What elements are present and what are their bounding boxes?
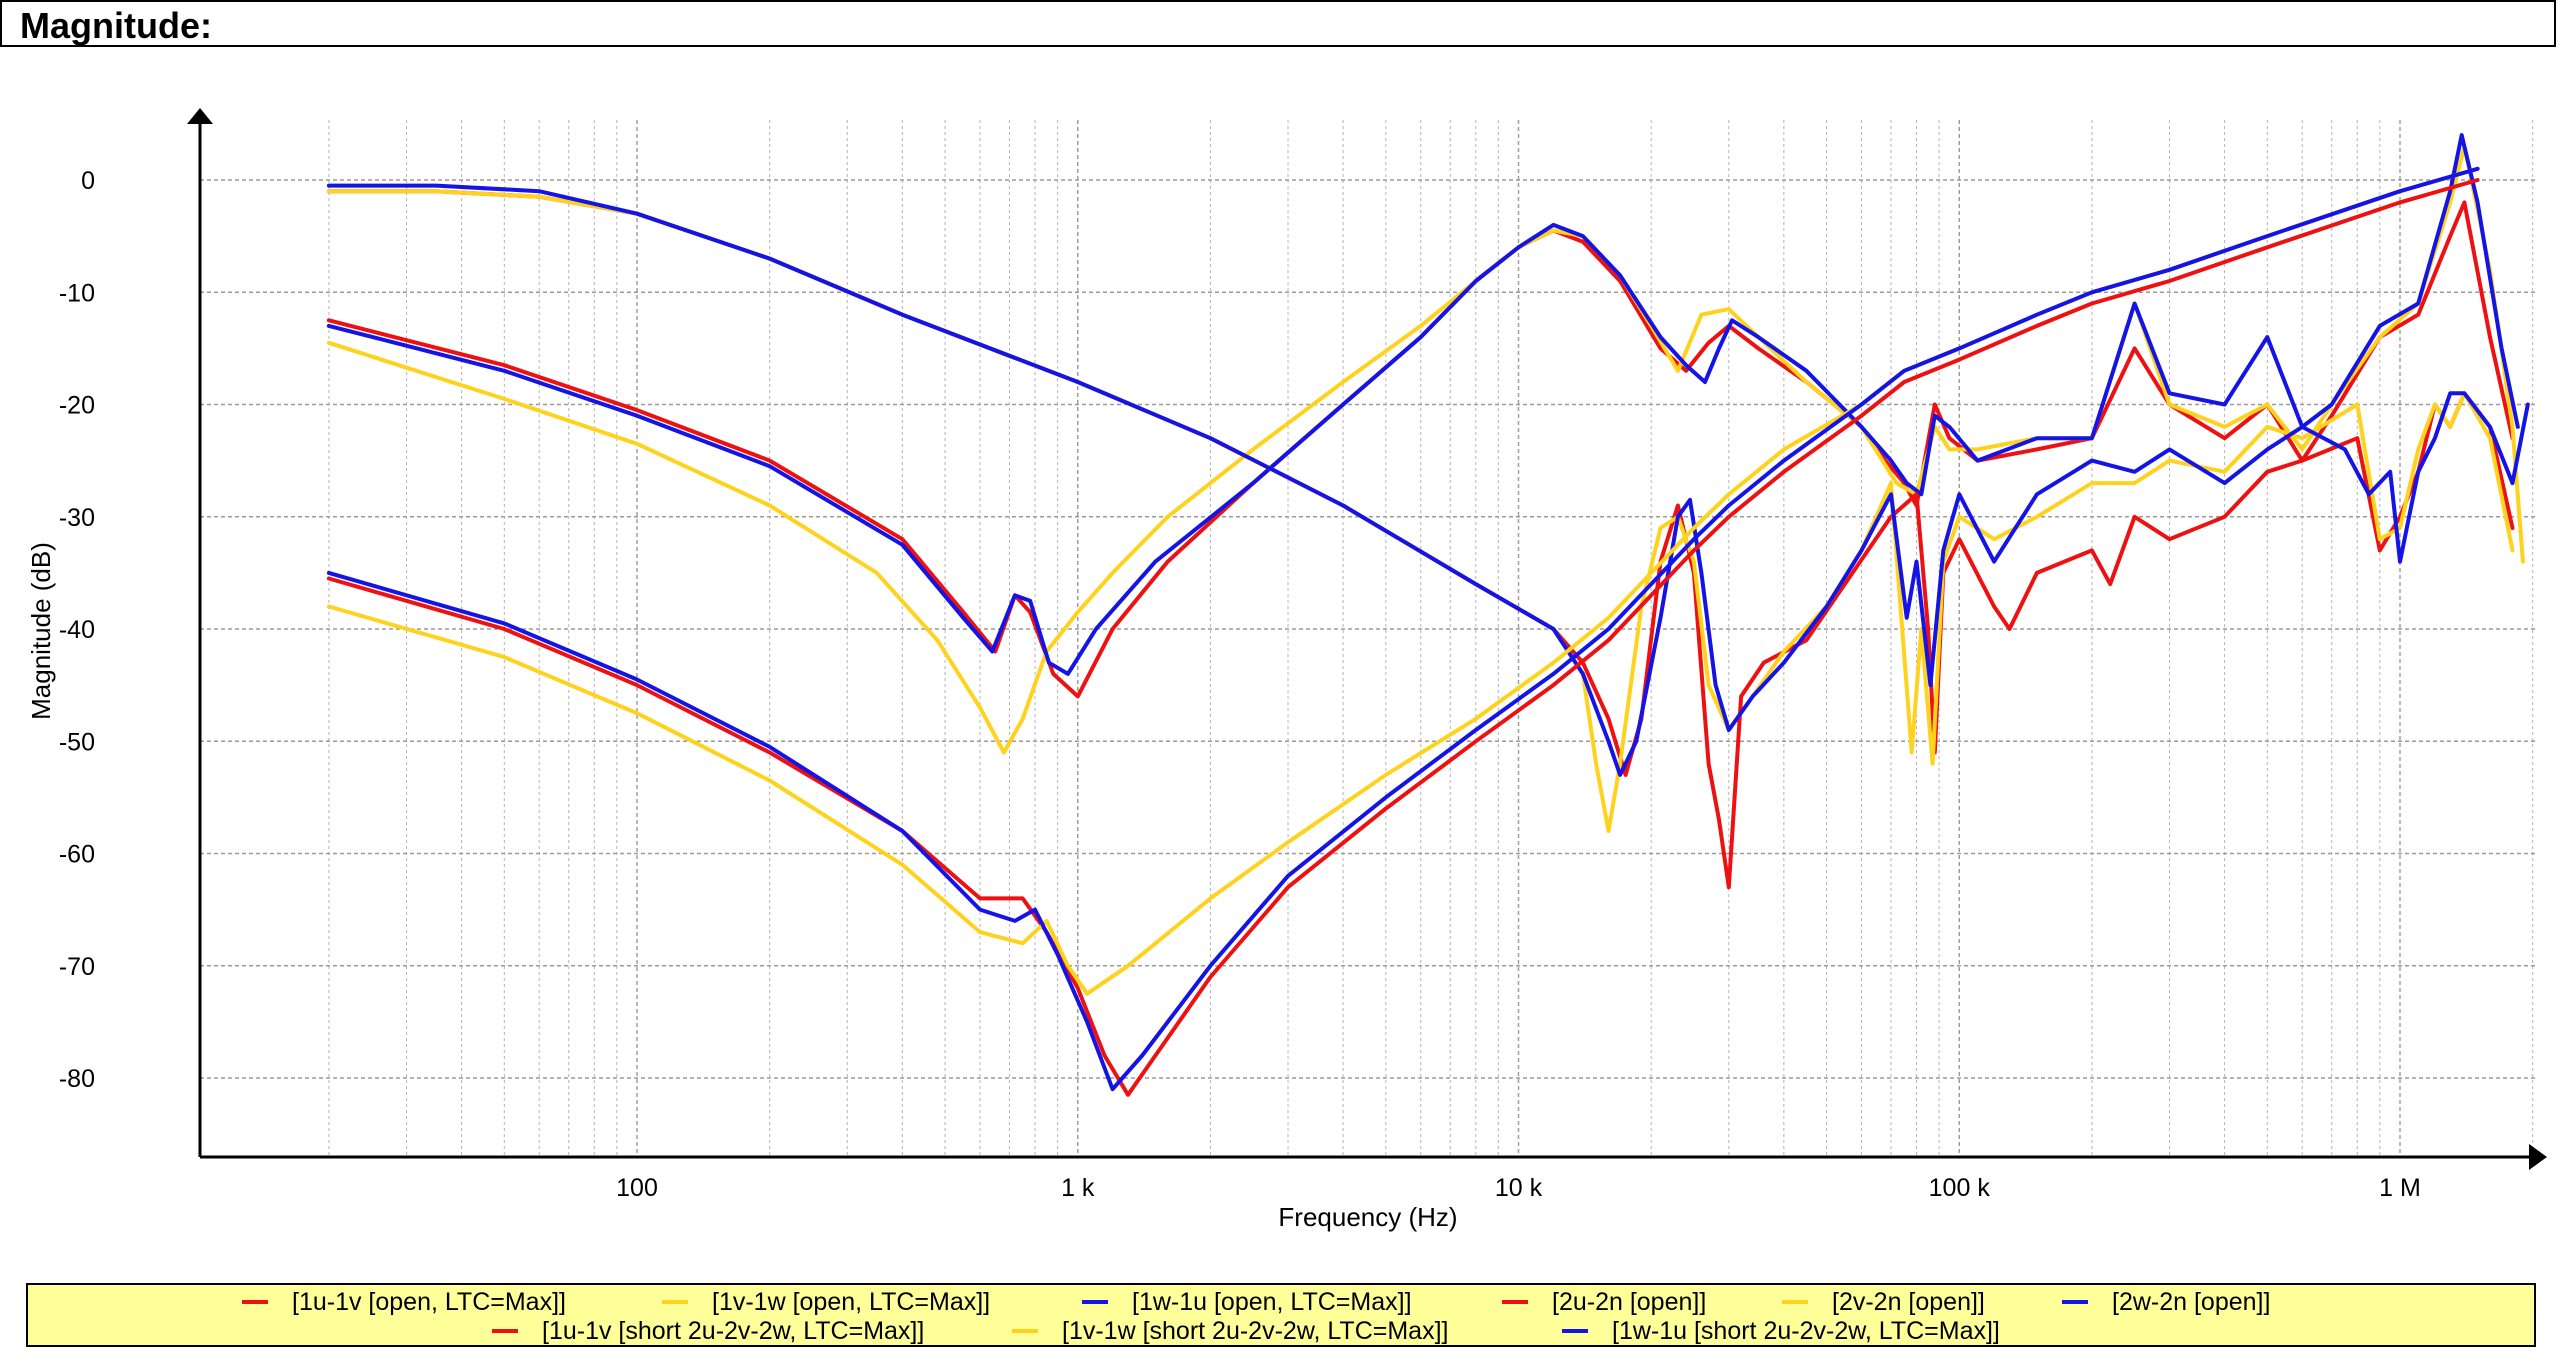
y-tick-label: -70 xyxy=(59,953,95,981)
x-tick-label: 1 M xyxy=(2379,1174,2421,1202)
series-line xyxy=(326,144,2525,755)
y-tick-label: -60 xyxy=(59,841,95,869)
x-tick-label: 100 xyxy=(616,1174,658,1202)
legend-item: [2w-2n [open]] xyxy=(2062,1287,2270,1317)
legend-swatch xyxy=(1562,1329,1588,1333)
chart-title: Magnitude: xyxy=(20,5,212,46)
magnitude-chart: 0 -10 -20 -30 -40 -50 -60 -70 -80 100 1 k 10 k 100 k… xyxy=(26,108,2547,1232)
legend-item: [2v-2n [open]] xyxy=(1782,1287,1985,1317)
tick-labels: 0 -10 -20 -30 -40 -50 -60 -70 -80 100 1 k 10 k 100 k… xyxy=(59,167,2421,1202)
y-tick-label: -20 xyxy=(59,392,95,420)
legend-label: [2v-2n [open]] xyxy=(1832,1287,1985,1316)
y-axis-arrow-icon xyxy=(187,108,213,124)
x-tick-label: 1 k xyxy=(1061,1174,1095,1202)
legend-swatch xyxy=(1012,1329,1038,1333)
title-bar: Magnitude: xyxy=(0,0,2556,47)
legend-item: [1w-1u [open, LTC=Max]] xyxy=(1082,1287,1412,1317)
y-tick-label: 0 xyxy=(81,167,95,195)
y-tick-label: -80 xyxy=(59,1065,95,1093)
y-tick-label: -10 xyxy=(59,279,95,307)
x-axis-arrow-icon xyxy=(2529,1144,2547,1170)
legend-swatch xyxy=(1502,1300,1528,1304)
series-line xyxy=(326,183,2530,777)
legend-swatch xyxy=(662,1300,688,1304)
y-axis-label: Magnitude (dB) xyxy=(26,542,56,720)
legend-item: [2u-2n [open]] xyxy=(1502,1287,1706,1317)
legend-item: [1u-1v [short 2u-2v-2w, LTC=Max]] xyxy=(492,1316,924,1346)
legend: [1u-1v [open, LTC=Max]] [1v-1w [open, LTC… xyxy=(26,1283,2536,1347)
x-tick-label: 100 k xyxy=(1929,1174,1991,1202)
legend-swatch xyxy=(2062,1300,2088,1304)
legend-swatch xyxy=(1782,1300,1808,1304)
legend-label: [1v-1w [short 2u-2v-2w, LTC=Max]] xyxy=(1062,1316,1449,1345)
x-tick-label: 10 k xyxy=(1495,1174,1543,1202)
y-tick-label: -40 xyxy=(59,616,95,644)
legend-item: [1v-1w [short 2u-2v-2w, LTC=Max]] xyxy=(1012,1316,1448,1346)
legend-label: [1w-1u [open, LTC=Max]] xyxy=(1132,1287,1412,1316)
legend-label: [1u-1v [short 2u-2v-2w, LTC=Max]] xyxy=(542,1316,925,1345)
legend-item: [1w-1u [short 2u-2v-2w, LTC=Max]] xyxy=(1562,1316,2000,1346)
legend-item: [1v-1w [open, LTC=Max]] xyxy=(662,1287,990,1317)
legend-item: [1u-1v [open, LTC=Max]] xyxy=(242,1287,566,1317)
legend-swatch xyxy=(242,1300,268,1304)
series-layer xyxy=(326,133,2530,1097)
x-axis-label: Frequency (Hz) xyxy=(1278,1202,1457,1232)
legend-swatch xyxy=(492,1329,518,1333)
y-tick-label: -30 xyxy=(59,504,95,532)
legend-swatch xyxy=(1082,1300,1108,1304)
y-tick-label: -50 xyxy=(59,728,95,756)
legend-label: [1w-1u [short 2u-2v-2w, LTC=Max]] xyxy=(1612,1316,2000,1345)
grid-minor-lines xyxy=(328,120,2534,1157)
series-line xyxy=(326,178,2480,1097)
legend-label: [1u-1v [open, LTC=Max]] xyxy=(292,1287,566,1316)
legend-label: [2w-2n [open]] xyxy=(2112,1287,2271,1316)
legend-label: [1v-1w [open, LTC=Max]] xyxy=(712,1287,991,1316)
chart-page: Magnitude: 0 -10 -20 -30 -40 -50 -60 -70 -80 100 1… xyxy=(0,0,2560,1368)
legend-label: [2u-2n [open]] xyxy=(1552,1287,1707,1316)
